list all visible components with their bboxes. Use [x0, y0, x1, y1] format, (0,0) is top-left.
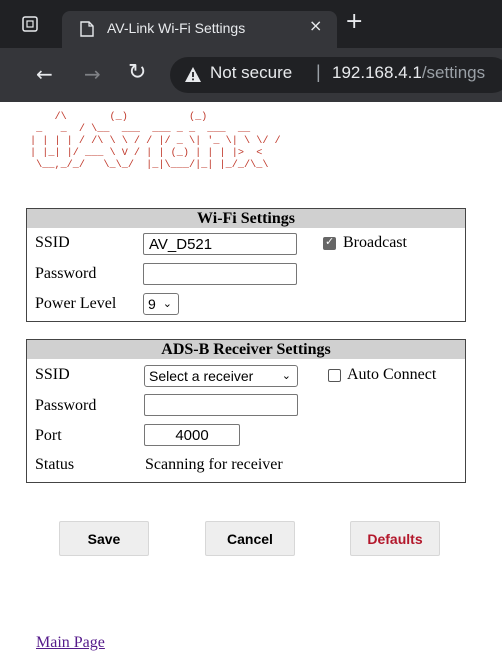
wifi-ssid-label: SSID	[35, 234, 70, 251]
power-level-select[interactable]: 9 ⌄	[143, 293, 179, 315]
receiver-select[interactable]: Select a receiver ⌄	[144, 365, 298, 387]
receiver-selected-value: Select a receiver	[149, 368, 254, 384]
main-page-link[interactable]: Main Page	[36, 634, 105, 652]
wifi-password-label: Password	[35, 265, 97, 282]
adsb-password-label: Password	[35, 397, 97, 414]
defaults-button[interactable]: Defaults	[350, 521, 440, 556]
save-button[interactable]: Save	[59, 521, 149, 556]
page-icon	[80, 21, 94, 37]
power-level-value: 9	[148, 296, 156, 312]
wifi-settings-panel: Wi-Fi Settings SSID AV_D521 Broadcast Pa…	[26, 208, 466, 322]
address-bar[interactable]: Not secure | 192.168.4.1/settings	[170, 57, 502, 93]
tab-actions-icon[interactable]	[22, 16, 38, 32]
reload-icon[interactable]: ↻	[128, 60, 146, 85]
status-value: Scanning for receiver	[145, 456, 283, 473]
chevron-down-icon: ⌄	[281, 370, 291, 382]
wifi-ssid-input[interactable]: AV_D521	[143, 233, 297, 255]
logo-line: /\ (_) (_)	[30, 112, 293, 123]
url-separator: |	[316, 62, 321, 82]
browser-nav-bar: ← → ↻ Not secure | 192.168.4.1/settings	[0, 48, 502, 102]
forward-arrow-icon[interactable]: →	[84, 62, 101, 86]
wifi-settings-title: Wi-Fi Settings	[27, 209, 465, 228]
cancel-button[interactable]: Cancel	[205, 521, 295, 556]
logo-line: | |_| |/ ___ \ V / | | (_) | | | |> <	[30, 148, 306, 159]
warning-icon[interactable]	[184, 66, 202, 83]
browser-tab-bar: AV-Link Wi-Fi Settings × +	[0, 0, 502, 48]
port-input[interactable]: 4000	[144, 424, 240, 446]
adsb-settings-title: ADS-B Receiver Settings	[27, 340, 465, 359]
tab-title: AV-Link Wi-Fi Settings	[107, 20, 246, 36]
auto-connect-checkbox[interactable]	[328, 369, 341, 382]
adsb-password-input[interactable]	[144, 394, 298, 416]
url-text[interactable]: 192.168.4.1/settings	[332, 63, 485, 83]
auto-connect-label: Auto Connect	[347, 366, 437, 383]
broadcast-label: Broadcast	[343, 234, 407, 251]
security-status[interactable]: Not secure	[210, 63, 292, 83]
adsb-settings-panel: ADS-B Receiver Settings SSID Select a re…	[26, 339, 466, 483]
logo-line: \__,_/_/ \_\_/ |_|\___/|_| |_/_/\_\	[30, 160, 299, 171]
chevron-down-icon: ⌄	[162, 298, 172, 310]
back-arrow-icon[interactable]: ←	[36, 62, 53, 86]
wifi-password-input[interactable]	[143, 263, 297, 285]
url-path: /settings	[421, 63, 486, 82]
new-tab-icon[interactable]: +	[345, 10, 363, 34]
port-label: Port	[35, 427, 62, 444]
close-tab-icon[interactable]: ×	[309, 16, 322, 35]
browser-tab[interactable]: AV-Link Wi-Fi Settings ×	[62, 11, 337, 48]
url-host: 192.168.4.1	[332, 63, 422, 82]
adsb-ssid-label: SSID	[35, 366, 70, 383]
logo-line: _ _ / \__ ___ ___ _ _ ___ __	[30, 124, 299, 135]
broadcast-checkbox[interactable]	[323, 235, 336, 250]
ascii-logo: /\ (_) (_) _ _ / \__ ___ ___ _ _ ___ __ …	[30, 112, 305, 172]
status-label: Status	[35, 456, 75, 473]
power-level-label: Power Level	[35, 295, 117, 312]
logo-line: | | | | / /\ \ \ / / |/ _ \| '_ \| \ \/ …	[30, 136, 293, 147]
